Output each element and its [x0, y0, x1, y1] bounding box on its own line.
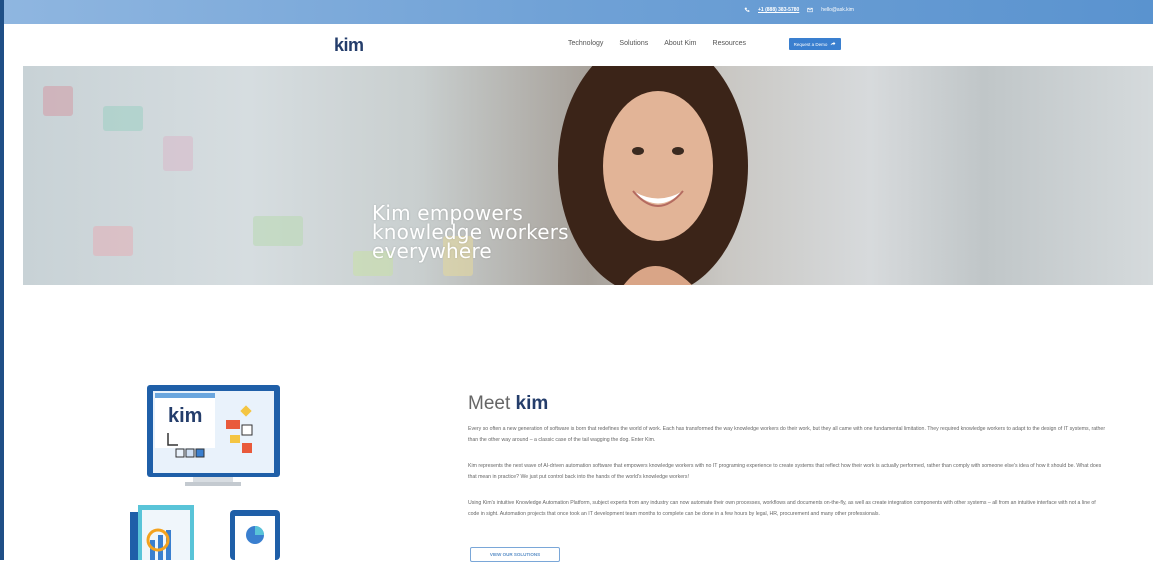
- hero-bg-shape: [253, 216, 303, 246]
- hero-bg-shape: [103, 106, 143, 131]
- top-contact-bar: +1 (888) 383-5780 hello@ask.kim: [4, 0, 1153, 24]
- view-solutions-label: VIEW OUR SOLUTIONS: [489, 552, 541, 557]
- nav-item-resources[interactable]: Resources: [713, 40, 746, 47]
- monitor-logo: kim: [168, 405, 202, 427]
- meet-paragraph-2: Kim represents the next wave of AI-drive…: [468, 463, 1102, 480]
- site-logo[interactable]: kim: [334, 35, 364, 56]
- phone-icon: [744, 7, 750, 13]
- hero-banner: Kim empowers knowledge workers everywher…: [23, 66, 1153, 285]
- email-icon: [807, 7, 813, 13]
- logo-text: kim: [334, 35, 364, 55]
- nav-item-about-kim[interactable]: About Kim: [664, 40, 696, 47]
- meet-kim-heading: Meet kim: [468, 393, 548, 415]
- window-left-border: [0, 0, 4, 560]
- product-illustration: kim: [130, 370, 290, 560]
- hero-title: Kim empowers knowledge workers everywher…: [372, 201, 569, 263]
- nav-menu: Technology Solutions About Kim Resources: [568, 40, 762, 47]
- nav-item-technology[interactable]: Technology: [568, 40, 603, 47]
- share-arrow-icon: [830, 41, 836, 47]
- email-link[interactable]: hello@ask.kim: [821, 7, 854, 13]
- nav-item-solutions[interactable]: Solutions: [619, 40, 648, 47]
- hero-bg-shape: [43, 86, 73, 116]
- meet-paragraph-3: Using Kim's intuitive Knowledge Automati…: [468, 500, 1096, 517]
- meet-paragraph-1: Every so often a new generation of softw…: [468, 426, 1106, 443]
- contact-info: +1 (888) 383-5780 hello@ask.kim: [744, 7, 854, 13]
- meet-heading-prefix: Meet: [468, 393, 511, 414]
- request-demo-label: Request a Demo: [793, 41, 828, 47]
- hero-bg-shape: [93, 226, 133, 256]
- phone-link[interactable]: +1 (888) 383-5780: [758, 7, 799, 13]
- request-demo-button[interactable]: Request a Demo: [789, 38, 841, 50]
- hero-bg-shape: [163, 136, 193, 171]
- meet-heading-brand: kim: [515, 393, 549, 414]
- hero-woman-photo: [558, 66, 748, 285]
